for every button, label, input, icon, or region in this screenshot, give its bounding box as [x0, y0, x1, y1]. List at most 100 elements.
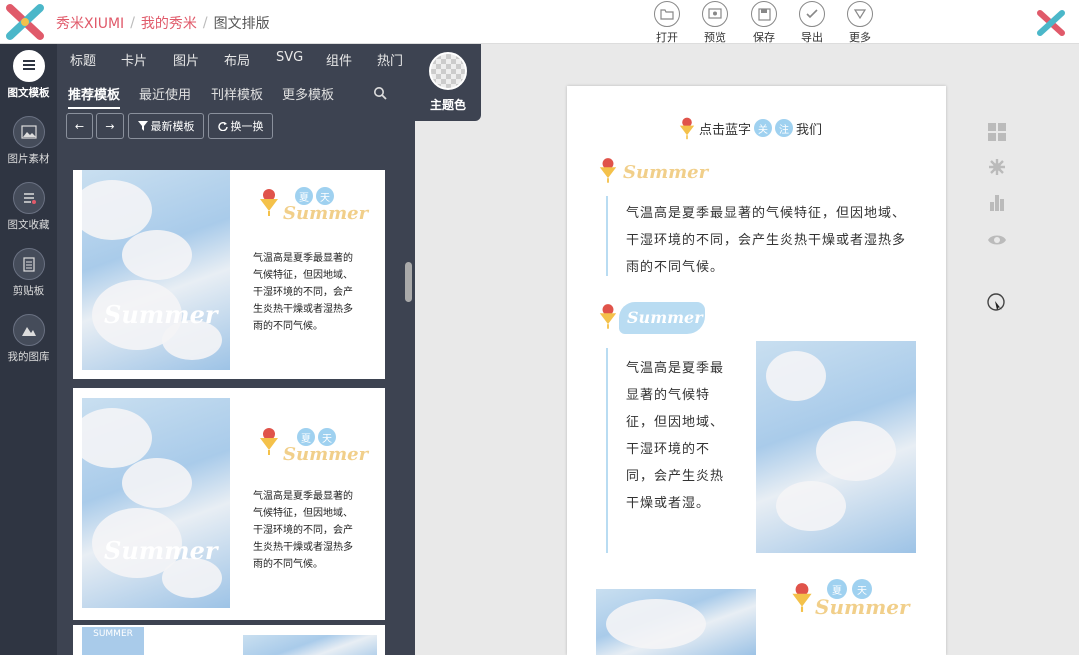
export-button[interactable]: 导出: [792, 1, 832, 45]
blossom-photo[interactable]: [596, 589, 756, 655]
scroll-track: [402, 170, 415, 655]
rail-item-templates[interactable]: 图文模板: [0, 50, 57, 100]
template-card[interactable]: Summer 夏 天 Summer 气温高是夏季最显著的气候特征，但因地域、干湿…: [73, 388, 385, 620]
save-label: 保存: [753, 31, 775, 44]
xiumi-logo-icon[interactable]: [6, 4, 44, 40]
theme-color-panel[interactable]: 主题色: [415, 44, 481, 121]
ice-cream-icon: [599, 304, 617, 329]
blossom-photo[interactable]: [756, 341, 916, 553]
newest-label: 最新模板: [150, 120, 195, 133]
follow-badge: 关: [754, 119, 773, 137]
open-button[interactable]: 打开: [647, 1, 687, 45]
image-icon: [12, 116, 45, 148]
summer-heading: Summer: [623, 162, 709, 183]
ice-cream-icon: [599, 158, 617, 183]
photo-summer-text: Summer: [104, 300, 218, 329]
rail-label: 我的图库: [7, 351, 50, 363]
summer-heading: Summer: [283, 203, 369, 224]
tab-svg[interactable]: SVG: [276, 50, 303, 65]
refresh-button[interactable]: 换一换: [208, 113, 273, 139]
rail-item-clipboard[interactable]: 剪贴板: [0, 248, 57, 298]
subtab-publication[interactable]: 刊样模板: [211, 84, 263, 103]
template-card[interactable]: SUMMER: [73, 625, 385, 655]
ice-cream-icon: [260, 189, 278, 216]
newest-templates-button[interactable]: 最新模板: [128, 113, 204, 139]
subtab-more[interactable]: 更多模板: [282, 84, 334, 103]
tab-card[interactable]: 卡片: [121, 50, 147, 69]
tab-image[interactable]: 图片: [173, 50, 199, 69]
rail-label: 图片素材: [7, 153, 50, 165]
save-button[interactable]: 保存: [744, 1, 784, 45]
summer-corner-badge: SUMMER: [82, 627, 144, 655]
gallery-icon: [12, 314, 45, 346]
category-tabs: 标题 卡片 图片 布局 SVG 组件 热门: [57, 50, 415, 74]
grid-icon[interactable]: [986, 121, 1008, 143]
quote-bar: [606, 348, 608, 553]
breadcrumb-current: 图文排版: [213, 16, 270, 32]
eye-icon[interactable]: [986, 229, 1008, 251]
open-label: 打开: [656, 31, 678, 44]
folder-icon: [654, 1, 680, 27]
refresh-icon: [217, 121, 228, 131]
ice-cream-icon: [260, 428, 278, 455]
tab-hot[interactable]: 热门: [377, 50, 403, 69]
favorite-icon: [12, 182, 45, 214]
summer-heading: Summer: [283, 444, 369, 465]
card-text: 气温高是夏季最显著的气候特征，但因地域、干湿环境的不同，会产生炎热干燥或者湿热多…: [253, 253, 353, 332]
paragraph[interactable]: 气温高是夏季最显著的气候特征，但因地域、干湿环境的不同，会产生炎热干燥或者湿。: [626, 355, 734, 517]
rail-item-images[interactable]: 图片素材: [0, 116, 57, 166]
rail-item-gallery[interactable]: 我的图库: [0, 314, 57, 364]
breadcrumb-my-xiumi[interactable]: 我的秀米: [141, 13, 197, 33]
settings-icon[interactable]: [986, 156, 1008, 178]
tab-component[interactable]: 组件: [326, 50, 352, 69]
rail-item-favorites[interactable]: 图文收藏: [0, 182, 57, 232]
more-label: 更多: [849, 31, 871, 44]
quote-bar: [606, 196, 608, 276]
follow-prefix: 点击蓝字: [699, 122, 752, 138]
follow-line: 点击蓝字 关 注 我们: [678, 116, 822, 140]
sub-tabs: 推荐模板 最近使用 刊样模板 更多模板: [57, 80, 415, 109]
blossom-photo: [243, 635, 377, 655]
follow-badge: 注: [775, 119, 794, 137]
scrollbar-thumb[interactable]: [405, 262, 412, 302]
tab-title[interactable]: 标题: [70, 50, 96, 69]
breadcrumb: 秀米XIUMI / 我的秀米 / 图文排版: [56, 13, 270, 33]
save-icon: [751, 1, 777, 27]
more-icon: [847, 1, 873, 27]
card-text: 气温高是夏季最显著的气候特征，但因地域、干湿环境的不同，会产生炎热干燥或者湿热多…: [253, 491, 353, 570]
breadcrumb-separator: /: [202, 15, 208, 31]
xiumi-small-logo-icon[interactable]: [1037, 10, 1065, 36]
theme-color-swatch[interactable]: [429, 52, 467, 90]
theme-color-label: 主题色: [429, 98, 466, 112]
template-icon: [12, 50, 45, 82]
left-rail: 图文模板 图片素材 图文收藏 剪贴板 我的图库: [0, 44, 57, 655]
preview-button[interactable]: 预览: [695, 1, 735, 45]
preview-label: 预览: [704, 31, 726, 44]
ice-cream-icon: [792, 583, 812, 612]
chart-icon[interactable]: [986, 191, 1008, 213]
photo-summer-text: Summer: [104, 536, 218, 565]
breadcrumb-separator: /: [130, 15, 135, 31]
blossom-photo: Summer: [82, 170, 230, 370]
clipboard-icon: [12, 248, 45, 280]
prev-button[interactable]: ←: [66, 113, 93, 139]
follow-suffix: 我们: [796, 122, 823, 138]
refresh-label: 换一换: [230, 120, 264, 133]
brand-link[interactable]: 秀米XIUMI: [56, 13, 124, 33]
cursor-icon: [985, 292, 1007, 314]
subtab-recent[interactable]: 最近使用: [139, 84, 191, 103]
paragraph[interactable]: 气温高是夏季最显著的气候特征，但因地域、干湿环境的不同，会产生炎热干燥或者湿热多…: [626, 200, 916, 281]
template-card[interactable]: Summer 夏 天 Summer 气温高是夏季最显著的气候特征，但因地域、干湿…: [73, 170, 385, 379]
preview-icon: [702, 1, 728, 27]
next-button[interactable]: →: [96, 113, 124, 139]
subtab-recommended[interactable]: 推荐模板: [68, 84, 121, 109]
rail-label: 图文模板: [7, 87, 50, 99]
more-button[interactable]: 更多: [840, 1, 880, 45]
filter-icon: [137, 121, 148, 131]
tab-layout[interactable]: 布局: [224, 50, 250, 69]
export-label: 导出: [801, 31, 823, 44]
top-bar: 秀米XIUMI / 我的秀米 / 图文排版 打开 预览 保存 导出 更多: [0, 0, 1079, 44]
ice-cream-icon: [679, 117, 695, 140]
editor-canvas[interactable]: 点击蓝字 关 注 我们 Summer 气温高是夏季最显著的气候特征，但因地域、干…: [567, 86, 946, 655]
search-icon[interactable]: [373, 86, 387, 100]
